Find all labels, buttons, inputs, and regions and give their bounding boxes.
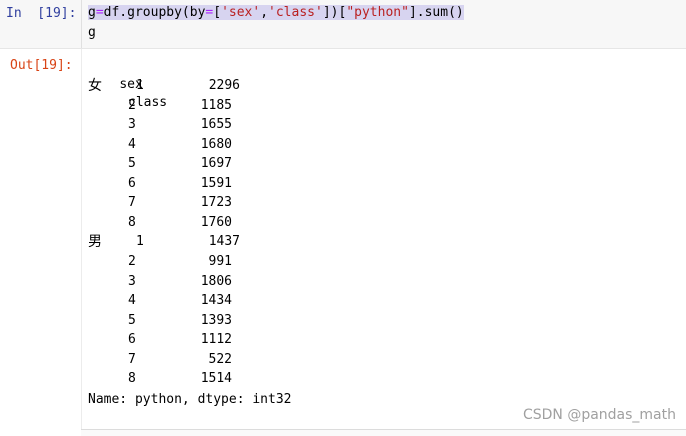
output-prompt: Out[19]: [10,58,73,73]
python-sum-value: 1112 [200,332,232,348]
output-header-row: sex class [88,58,167,110]
class-index-label: 4 [128,136,136,152]
python-sum-value: 1723 [200,195,232,211]
python-sum-value: 1806 [200,273,232,289]
output-collapser[interactable] [81,49,82,429]
input-cell[interactable]: In [19]: g=df.groupby(by=['sex','class']… [0,0,686,48]
table-row: 4 1680 [88,136,288,154]
table-row: 2 991 [88,253,288,271]
code-token: , [260,5,269,20]
code-line-1[interactable]: g=df.groupby(by=['sex','class'])["python… [88,4,464,22]
table-row: 4 1434 [88,292,288,310]
code-editor[interactable]: g=df.groupby(by=['sex','class'])["python… [81,0,686,48]
table-row: 5 1393 [88,312,288,330]
class-index-label: 6 [128,175,136,191]
class-index-label: 8 [128,214,136,230]
code-token: g [88,5,96,20]
table-row: 2 1185 [88,97,288,115]
class-index-label: 2 [128,97,136,113]
table-row: 3 1806 [88,273,288,291]
class-index-label: 6 [128,332,136,348]
table-row: 男 1 1437 [88,233,288,251]
code-token: ])[ [322,5,347,20]
class-index-label: 1 [136,78,144,93]
class-index-label: 5 [128,312,136,328]
table-row: 3 1655 [88,116,288,134]
class-index-label: 3 [128,117,136,133]
table-row: 6 1112 [88,331,288,349]
table-row: 7 1723 [88,194,288,212]
python-sum-value: 1185 [200,97,232,113]
code-token: ].sum() [408,5,464,20]
table-row: 8 1760 [88,214,288,232]
python-sum-value: 1760 [200,214,232,230]
output-area: sex class 女 1 2296 2 1185 3 1655 4 1680 5 1697 6 159… [88,58,678,418]
cell-separator [0,48,686,49]
python-sum-value: 1680 [200,136,232,152]
table-row: 5 1697 [88,155,288,173]
code-token: 'sex' [221,5,261,20]
table-row: 8 1514 [88,370,288,388]
sex-index-label: 女 [88,78,102,94]
watermark: CSDN @pandas_math [522,407,676,423]
python-sum-value: 991 [208,254,232,269]
python-sum-value: 522 [208,351,232,367]
class-index-label: 4 [128,293,136,309]
code-token: "python" [346,5,409,20]
python-sum-value: 1697 [200,156,232,172]
python-sum-value: 1437 [208,234,240,250]
code-token: [ [213,5,222,20]
sex-index-label: 男 [88,234,102,251]
python-sum-value: 2296 [208,78,240,93]
code-token: 'class' [268,5,323,20]
code-line-2[interactable]: g [88,24,96,42]
class-index-label: 5 [128,156,136,172]
python-sum-value: 1393 [200,312,232,328]
code-token: df.groupby(by [103,5,206,20]
class-index-label: 8 [128,371,136,387]
table-row: 6 1591 [88,175,288,193]
class-index-label: 1 [136,234,144,250]
class-index-label: 7 [128,351,136,367]
python-sum-value: 1434 [200,293,232,309]
class-index-label: 7 [128,195,136,211]
class-index-label: 2 [128,254,136,269]
class-index-label: 3 [128,273,136,289]
input-prompt: In [19]: [6,6,77,21]
table-row: 7 522 [88,351,288,369]
python-sum-value: 1655 [200,117,232,133]
python-sum-value: 1591 [200,175,232,191]
python-sum-value: 1514 [200,371,232,387]
code-token: = [95,5,104,20]
series-footer: Name: python, dtype: int32 [88,392,292,407]
table-row: 女 1 2296 [88,77,288,95]
